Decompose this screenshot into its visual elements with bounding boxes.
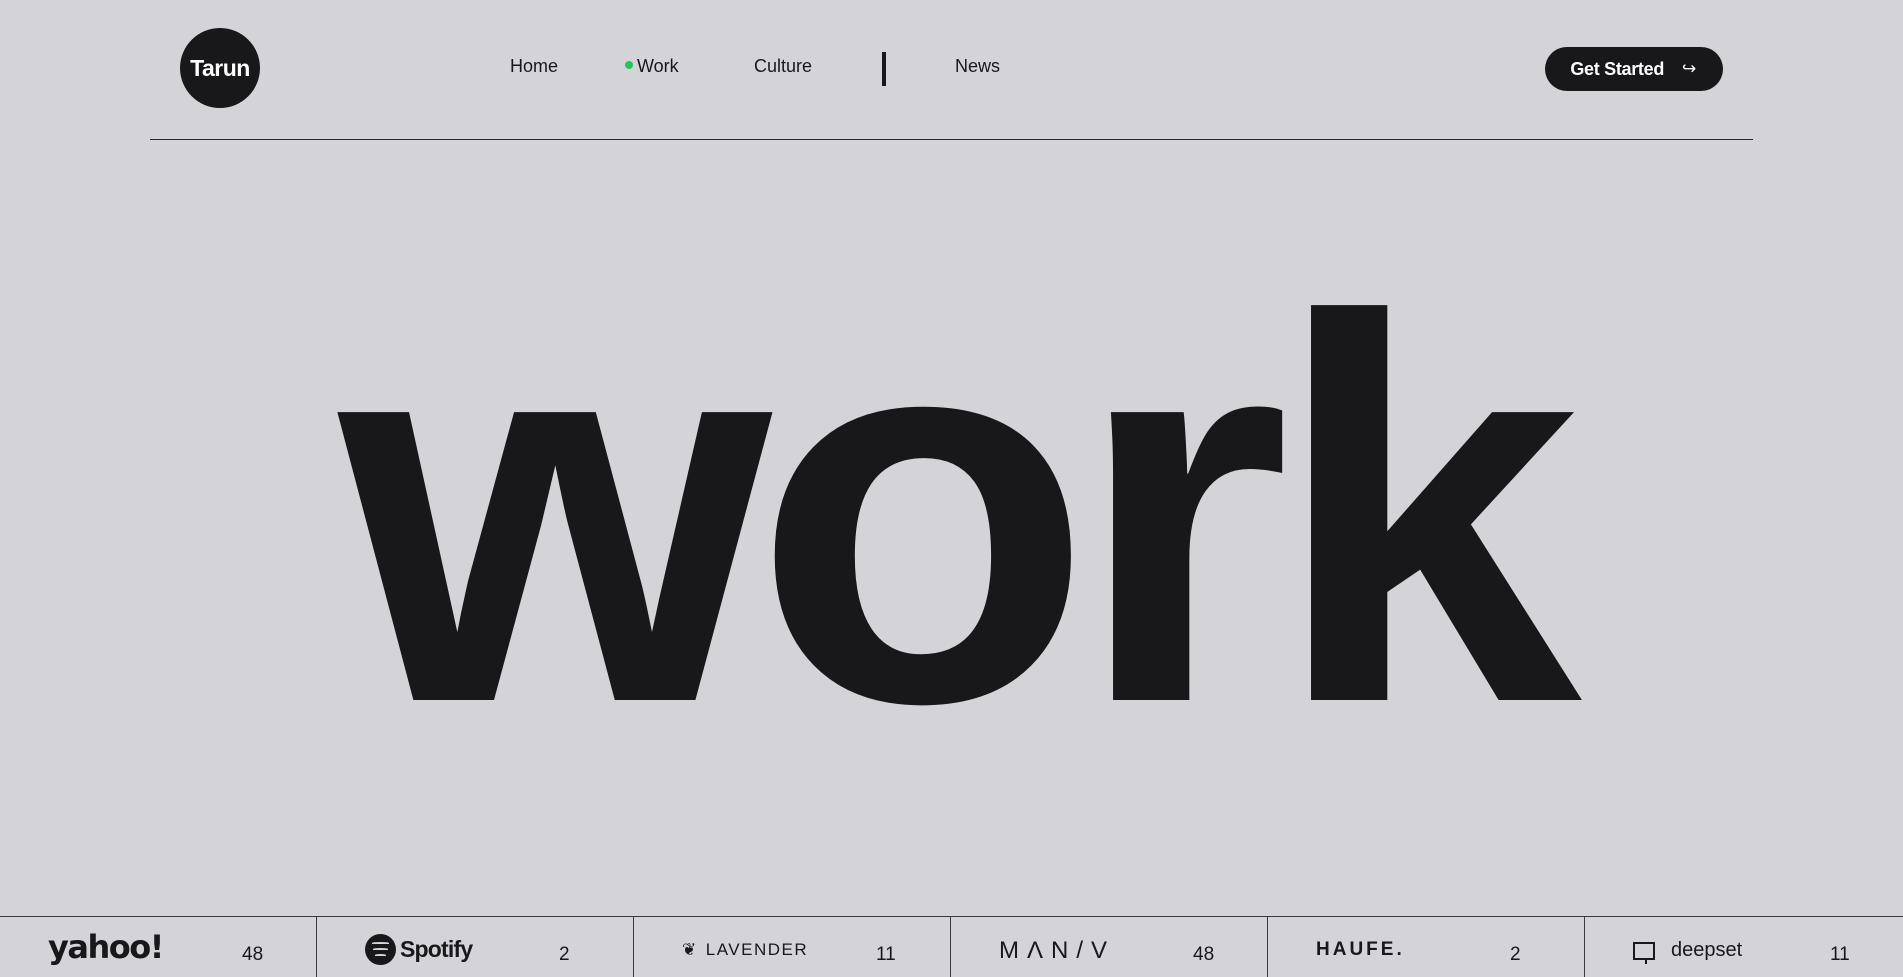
brand-logo-text: Tarun xyxy=(190,54,250,81)
return-arrow-icon: ↪ xyxy=(1682,59,1696,78)
client-count: 2 xyxy=(559,944,570,965)
yahoo-logo: yahoo! xyxy=(48,928,164,966)
maniv-logo: MΛN/V xyxy=(999,937,1115,965)
client-name: HAUFE. xyxy=(1316,939,1405,960)
client-count: 48 xyxy=(1193,944,1215,965)
lavender-flower-icon: ❦ xyxy=(682,940,698,959)
client-deepset[interactable]: deepset 11 xyxy=(1585,917,1903,977)
deepset-logo: deepset xyxy=(1633,939,1743,964)
client-lavender[interactable]: ❦ LAVENDER 11 xyxy=(634,917,951,977)
client-spotify[interactable]: Spotify 2 xyxy=(317,917,634,977)
nav-divider xyxy=(882,52,886,86)
page: Tarun Home Work Culture News Get Started… xyxy=(0,0,1903,977)
nav-home[interactable]: Home xyxy=(510,56,558,77)
nav-news[interactable]: News xyxy=(955,56,1000,77)
client-name: Spotify xyxy=(400,936,473,962)
client-count: 2 xyxy=(1510,944,1521,965)
nav-work-label: Work xyxy=(637,56,679,76)
client-count: 48 xyxy=(242,944,264,965)
clients-strip: yahoo! 48 Spotify 2 ❦ LAVENDER 11 MΛN/V xyxy=(0,916,1903,977)
deepset-icon xyxy=(1633,941,1655,964)
brand-logo[interactable]: Tarun xyxy=(180,28,260,108)
client-name: MΛN/V xyxy=(999,937,1116,964)
client-count: 11 xyxy=(876,944,896,965)
client-count: 11 xyxy=(1830,944,1850,965)
spotify-icon xyxy=(365,934,396,965)
client-name: yahoo! xyxy=(48,928,164,966)
spotify-logo: Spotify xyxy=(365,934,473,965)
client-maniv[interactable]: MΛN/V 48 xyxy=(951,917,1268,977)
lavender-logo: ❦ LAVENDER xyxy=(682,940,808,960)
client-yahoo[interactable]: yahoo! 48 xyxy=(0,917,317,977)
client-name: deepset xyxy=(1671,939,1743,961)
client-haufe[interactable]: HAUFE. 2 xyxy=(1268,917,1585,977)
hero-title-text: work xyxy=(339,208,1581,816)
nav-culture[interactable]: Culture xyxy=(754,56,812,77)
nav-work[interactable]: Work xyxy=(625,56,679,77)
hero-title: work xyxy=(0,240,1903,785)
client-name: LAVENDER xyxy=(705,940,809,959)
get-started-label: Get Started xyxy=(1570,58,1665,79)
active-indicator-dot xyxy=(625,61,633,69)
haufe-logo: HAUFE. xyxy=(1316,939,1405,961)
site-header: Tarun Home Work Culture News Get Started… xyxy=(150,0,1753,140)
get-started-button[interactable]: Get Started ↪ xyxy=(1545,47,1723,91)
